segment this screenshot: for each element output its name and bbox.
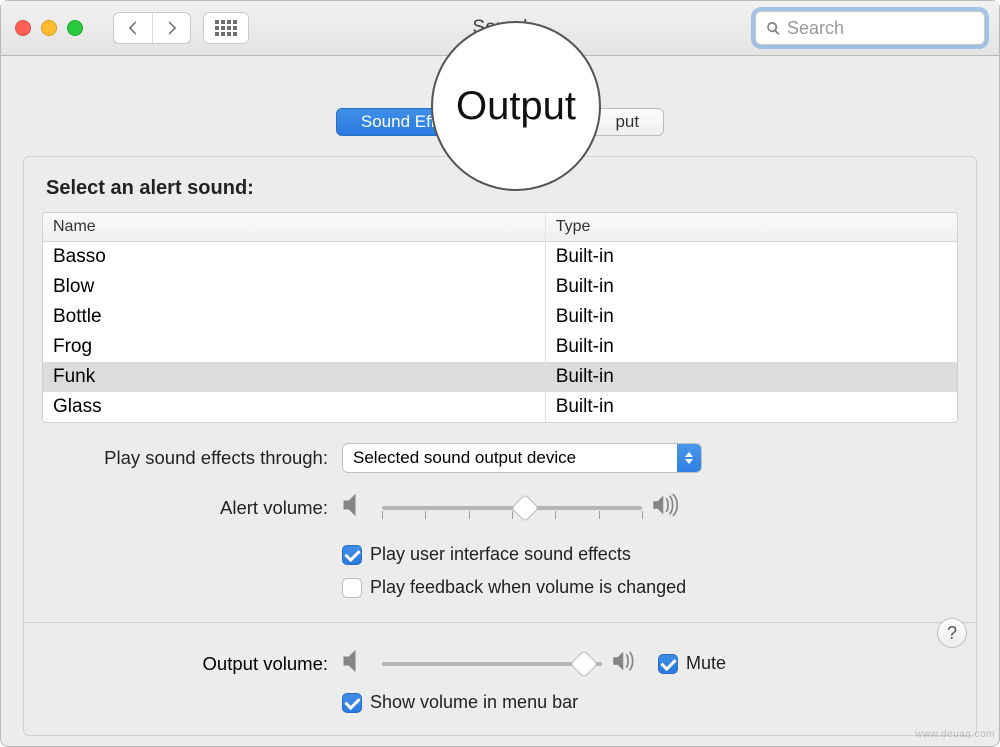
table-row[interactable]: GlassBuilt-in — [43, 392, 957, 422]
show-all-button[interactable] — [203, 12, 249, 44]
sound-type: Built-in — [546, 332, 957, 362]
help-button[interactable]: ? — [937, 618, 967, 648]
close-window-button[interactable] — [15, 20, 31, 36]
table-row[interactable]: BassoBuilt-in — [43, 242, 957, 272]
ui-sounds-row: Play user interface sound effects — [42, 544, 958, 565]
table-row[interactable]: FunkBuilt-in — [43, 362, 957, 392]
sound-type: Built-in — [546, 302, 957, 332]
sound-preferences-window: Sound Sound Effects Output put Select an… — [0, 0, 1000, 747]
play-through-row: Play sound effects through: Selected sou… — [42, 443, 958, 473]
chevron-left-icon — [126, 21, 140, 35]
speaker-max-icon — [652, 493, 682, 522]
sound-name: Funk — [43, 362, 546, 392]
window-controls — [15, 20, 83, 36]
slider-thumb[interactable] — [511, 493, 539, 521]
slider-thumb[interactable] — [570, 649, 598, 677]
alert-volume-label: Alert volume: — [42, 497, 342, 519]
mute-label: Mute — [686, 653, 726, 674]
sound-type: Built-in — [546, 242, 957, 272]
column-type[interactable]: Type — [546, 213, 957, 241]
output-volume-slider[interactable] — [382, 653, 602, 675]
sound-type: Built-in — [546, 392, 957, 422]
grid-icon — [215, 20, 237, 36]
sound-effects-panel: Select an alert sound: Name Type BassoBu… — [23, 156, 977, 736]
mute-checkbox[interactable] — [658, 654, 678, 674]
forward-button[interactable] — [152, 13, 190, 43]
sound-name: Blow — [43, 272, 546, 302]
alert-volume-row: Alert volume: — [42, 493, 958, 522]
alert-sound-table[interactable]: Name Type BassoBuilt-inBlowBuilt-inBottl… — [42, 212, 958, 423]
show-menu-row: Show volume in menu bar — [42, 692, 958, 713]
zoom-window-button[interactable] — [67, 20, 83, 36]
speaker-min-icon — [342, 493, 372, 522]
back-button[interactable] — [114, 13, 152, 43]
play-through-label: Play sound effects through: — [42, 447, 342, 469]
tab-input[interactable]: put — [591, 108, 664, 136]
sound-name: Frog — [43, 332, 546, 362]
table-header: Name Type — [43, 213, 957, 242]
sound-type: Built-in — [546, 272, 957, 302]
output-device-value: Selected sound output device — [343, 444, 677, 472]
search-field-wrapper[interactable] — [755, 11, 985, 45]
search-input[interactable] — [787, 18, 974, 39]
watermark: www.deuaq.com — [915, 729, 995, 740]
speaker-min-icon — [342, 649, 372, 678]
minimize-window-button[interactable] — [41, 20, 57, 36]
feedback-label: Play feedback when volume is changed — [370, 577, 686, 598]
sound-name: Bottle — [43, 302, 546, 332]
callout-magnifier: Output — [431, 21, 601, 191]
sound-name: Glass — [43, 392, 546, 422]
nav-back-forward — [113, 12, 191, 44]
separator — [24, 622, 976, 623]
sound-name: Basso — [43, 242, 546, 272]
show-menu-label: Show volume in menu bar — [370, 692, 578, 713]
feedback-checkbox[interactable] — [342, 578, 362, 598]
chevron-right-icon — [165, 21, 179, 35]
table-row[interactable]: BottleBuilt-in — [43, 302, 957, 332]
output-volume-row: Output volume: Mute — [42, 649, 958, 678]
sound-type: Built-in — [546, 362, 957, 392]
table-row[interactable]: BlowBuilt-in — [43, 272, 957, 302]
search-icon — [766, 21, 781, 36]
show-menu-checkbox[interactable] — [342, 693, 362, 713]
column-name[interactable]: Name — [43, 213, 546, 241]
callout-text: Output — [456, 84, 576, 129]
table-row[interactable]: FrogBuilt-in — [43, 332, 957, 362]
ui-sounds-checkbox[interactable] — [342, 545, 362, 565]
speaker-max-icon — [612, 649, 642, 678]
output-volume-label: Output volume: — [42, 653, 342, 675]
output-device-select[interactable]: Selected sound output device — [342, 443, 702, 473]
alert-volume-slider[interactable] — [382, 497, 642, 519]
select-arrow-icon — [677, 444, 701, 472]
feedback-row: Play feedback when volume is changed — [42, 577, 958, 598]
ui-sounds-label: Play user interface sound effects — [370, 544, 631, 565]
